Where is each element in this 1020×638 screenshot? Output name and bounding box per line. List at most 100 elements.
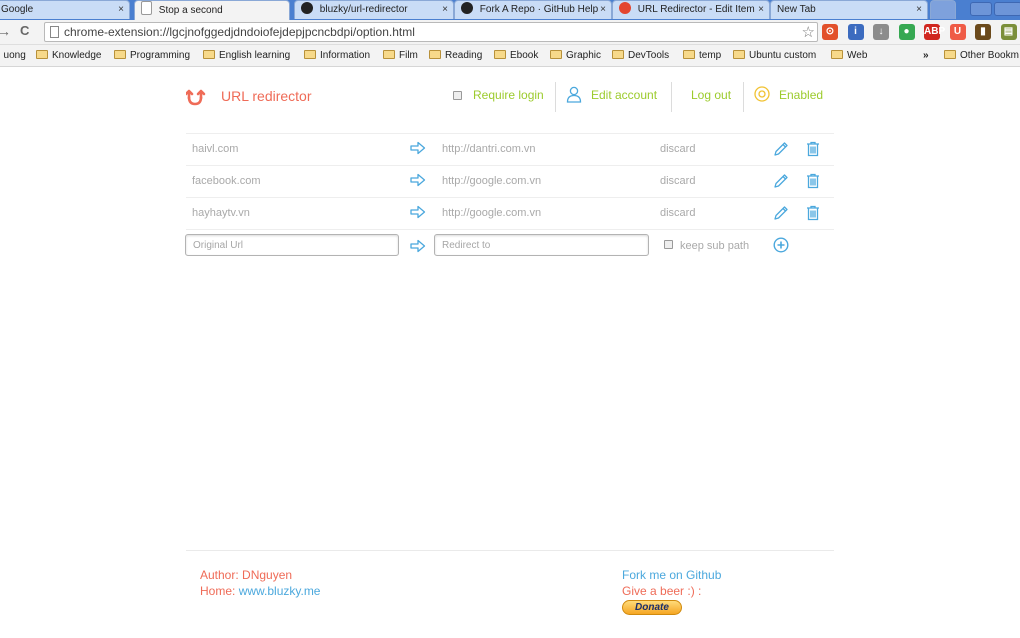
rule-redirect-url: http://google.com.vn bbox=[442, 207, 542, 219]
bookmark-folder-temp[interactable]: temp bbox=[683, 50, 721, 61]
browser-tab-strip: Google × Stop a second bluzky/url-redire… bbox=[0, 0, 1020, 20]
browser-toolbar: → C chrome-extension://lgcjnofggedjdndoi… bbox=[0, 20, 1020, 45]
tab-stop-a-second[interactable]: Stop a second bbox=[134, 0, 290, 20]
rule-option: discard bbox=[660, 143, 696, 155]
edit-account-link[interactable]: Edit account bbox=[591, 88, 657, 102]
keep-sub-path-label: keep sub path bbox=[680, 240, 750, 252]
maximize-button[interactable] bbox=[994, 2, 1020, 16]
tab-url-redirector-edit[interactable]: URL Redirector - Edit Item × bbox=[612, 0, 770, 19]
bookmark-folder-web[interactable]: Web bbox=[831, 50, 867, 61]
redirector-logo-icon bbox=[186, 89, 206, 106]
bookmark-folder-devtools[interactable]: DevTools bbox=[612, 50, 669, 61]
book-icon[interactable]: ▮ bbox=[975, 24, 991, 40]
tab-fork-a-repo[interactable]: Fork A Repo · GitHub Help × bbox=[454, 0, 612, 19]
delete-trash-icon[interactable] bbox=[805, 205, 821, 226]
delete-trash-icon[interactable] bbox=[805, 141, 821, 162]
enabled-toggle-label[interactable]: Enabled bbox=[779, 88, 823, 102]
app-header: URL redirector Require login Edit accoun… bbox=[186, 80, 834, 114]
rule-option: discard bbox=[660, 175, 696, 187]
keep-sub-path-checkbox[interactable] bbox=[664, 240, 673, 249]
original-url-input[interactable] bbox=[185, 234, 399, 256]
bookmarks-overflow-button[interactable]: » bbox=[923, 50, 929, 61]
folder-icon bbox=[733, 50, 745, 59]
rule-original-url: facebook.com bbox=[192, 175, 261, 187]
close-icon[interactable]: × bbox=[600, 1, 606, 19]
redirect-to-input[interactable] bbox=[434, 234, 649, 256]
tab-url-redirector-repo[interactable]: bluzky/url-redirector × bbox=[294, 0, 454, 19]
rule-redirect-url: http://dantri.com.vn bbox=[442, 143, 536, 155]
url-redirector-icon[interactable]: U bbox=[949, 24, 966, 40]
download-icon[interactable]: ↓ bbox=[873, 24, 889, 40]
tab-label: Google bbox=[1, 4, 34, 15]
add-rule-plus-icon[interactable] bbox=[773, 237, 789, 258]
close-icon[interactable]: × bbox=[118, 1, 124, 19]
folder-icon bbox=[944, 50, 956, 59]
home-credit: Home: www.bluzky.me bbox=[200, 584, 321, 598]
header-divider bbox=[555, 82, 556, 112]
address-bar-url[interactable]: chrome-extension://lgcjnofggedjdndoiofej… bbox=[64, 25, 415, 39]
bookmarks-bar: ı uong Knowledge Programming English lea… bbox=[0, 45, 1020, 67]
rule-row: haivl.com http://dantri.com.vn discard bbox=[186, 133, 834, 164]
folder-icon bbox=[494, 50, 506, 59]
author-credit: Author: DNguyen bbox=[200, 568, 293, 582]
redirect-arrow-icon bbox=[410, 239, 426, 258]
app-title: URL redirector bbox=[221, 88, 312, 104]
edit-pencil-icon[interactable] bbox=[773, 141, 789, 162]
minimize-button[interactable] bbox=[970, 2, 992, 16]
close-icon[interactable]: × bbox=[442, 1, 448, 19]
color-wheel-icon[interactable]: ● bbox=[898, 24, 915, 40]
donate-button[interactable]: Donate bbox=[622, 600, 682, 615]
folder-icon bbox=[831, 50, 843, 59]
github-icon bbox=[461, 2, 473, 14]
lastpass-icon[interactable]: ⊙ bbox=[822, 24, 838, 40]
tab-label: Stop a second bbox=[158, 5, 223, 16]
rule-row: facebook.com http://google.com.vn discard bbox=[186, 165, 834, 196]
edit-pencil-icon[interactable] bbox=[773, 173, 789, 194]
bookmark-folder-knowledge[interactable]: Knowledge bbox=[36, 50, 101, 61]
require-login-label[interactable]: Require login bbox=[473, 88, 544, 102]
forward-icon[interactable]: → bbox=[0, 23, 11, 39]
fork-on-github-link[interactable]: Fork me on Github bbox=[622, 568, 721, 582]
give-a-beer-label: Give a beer :) : bbox=[622, 584, 702, 598]
address-bar[interactable]: chrome-extension://lgcjnofggedjdndoiofej… bbox=[44, 22, 818, 42]
bookmark-folder-ubuntu-custom[interactable]: Ubuntu custom bbox=[733, 50, 816, 61]
logout-link[interactable]: Log out bbox=[691, 88, 731, 102]
close-icon[interactable]: × bbox=[758, 1, 764, 19]
bookmark-folder-film[interactable]: Film bbox=[383, 50, 418, 61]
tab-label: bluzky/url-redirector bbox=[319, 4, 408, 15]
bookmark-folder-information[interactable]: Information bbox=[304, 50, 370, 61]
new-rule-row: keep sub path bbox=[185, 229, 834, 263]
bookmark-folder-graphic[interactable]: Graphic bbox=[550, 50, 601, 61]
chrome-icon bbox=[619, 2, 631, 14]
adblock-icon[interactable]: ABP bbox=[924, 24, 945, 40]
notes-icon[interactable]: ▤ bbox=[1000, 24, 1017, 40]
bookmark-star-icon[interactable]: ☆ bbox=[802, 23, 815, 41]
rule-original-url: haivl.com bbox=[192, 143, 239, 155]
tab-google[interactable]: Google × bbox=[0, 0, 130, 19]
bookmark-folder-english-learning[interactable]: English learning bbox=[203, 50, 290, 61]
edit-pencil-icon[interactable] bbox=[773, 205, 789, 226]
home-link[interactable]: www.bluzky.me bbox=[239, 584, 321, 598]
header-divider bbox=[743, 82, 744, 112]
close-icon[interactable]: × bbox=[916, 1, 922, 19]
bookmark-folder-ebook[interactable]: Ebook bbox=[494, 50, 538, 61]
bookmark-item[interactable]: ı uong bbox=[0, 50, 26, 61]
info-icon[interactable]: i bbox=[847, 24, 864, 40]
new-tab-button[interactable] bbox=[930, 0, 956, 19]
rule-redirect-url: http://google.com.vn bbox=[442, 175, 542, 187]
bookmark-folder-reading[interactable]: Reading bbox=[429, 50, 482, 61]
rule-original-url: hayhaytv.vn bbox=[192, 207, 250, 219]
delete-trash-icon[interactable] bbox=[805, 173, 821, 194]
tab-new-tab[interactable]: New Tab × bbox=[770, 0, 928, 19]
header-divider bbox=[671, 82, 672, 112]
other-bookmarks[interactable]: Other Bookm bbox=[944, 50, 1019, 61]
reload-icon[interactable]: C bbox=[20, 23, 29, 38]
github-icon bbox=[301, 2, 313, 14]
user-icon[interactable] bbox=[566, 86, 582, 103]
folder-icon bbox=[429, 50, 441, 59]
redirect-arrow-icon bbox=[410, 173, 426, 192]
require-login-checkbox[interactable] bbox=[453, 91, 462, 100]
power-icon[interactable] bbox=[754, 86, 770, 102]
folder-icon bbox=[683, 50, 695, 59]
bookmark-folder-programming[interactable]: Programming bbox=[114, 50, 190, 61]
